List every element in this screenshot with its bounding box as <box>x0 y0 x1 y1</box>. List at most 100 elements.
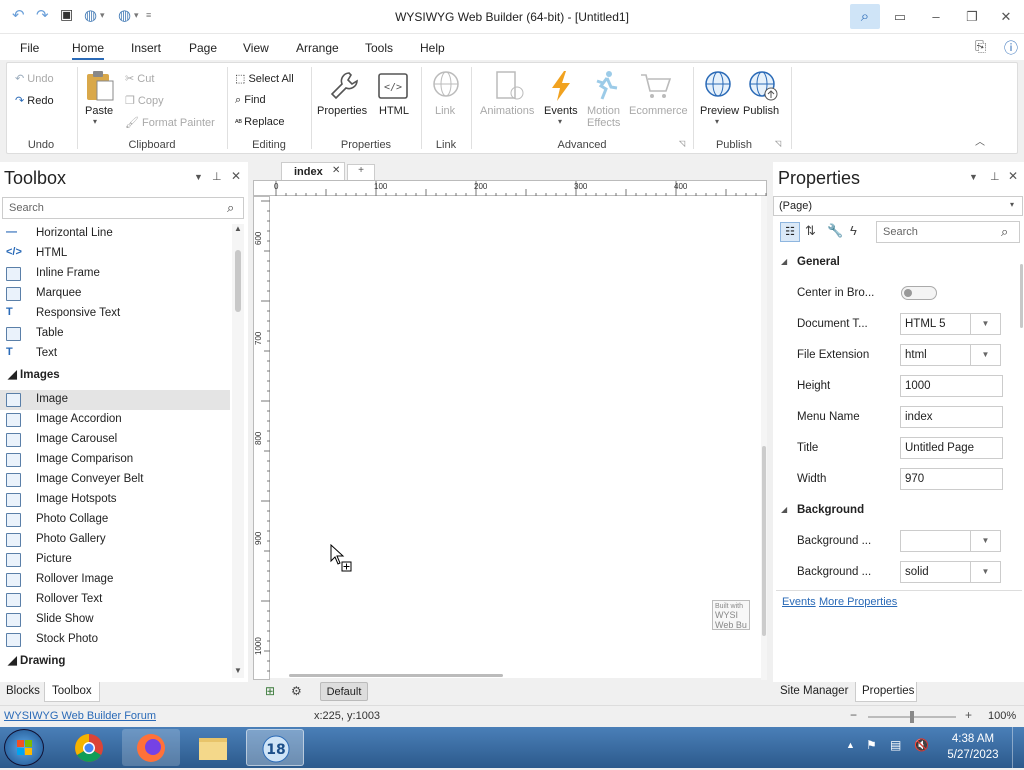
more-properties-link[interactable]: More Properties <box>819 596 897 608</box>
toolbox-item-image[interactable]: Image <box>0 390 230 410</box>
chevron-down-icon[interactable]: ▼ <box>194 172 203 182</box>
account-icon[interactable]: ⎘ <box>975 38 986 55</box>
menu-name-input[interactable]: index <box>900 406 1003 428</box>
clock-date[interactable]: 5/27/2023 <box>944 749 1002 761</box>
clock-time[interactable]: 4:38 AM <box>946 733 1000 745</box>
start-button[interactable] <box>4 729 44 766</box>
toolbox-item-rollover-image[interactable]: Rollover Image <box>0 570 230 590</box>
restore-icon[interactable]: ❐ <box>957 6 987 28</box>
width-input[interactable]: 970 <box>900 468 1003 490</box>
toolbox-item-marquee[interactable]: Marquee <box>0 284 230 304</box>
search-icon[interactable]: ⌕ <box>850 4 880 29</box>
add-breakpoint-icon[interactable]: ⊞ <box>265 684 275 698</box>
pin-icon[interactable]: ⊥ <box>212 170 222 183</box>
copy-button[interactable]: ❐ Copy <box>125 94 164 107</box>
undo-button[interactable]: ↶ Undo <box>15 72 54 85</box>
html-button[interactable]: HTML <box>379 105 409 117</box>
new-tab-button[interactable]: + <box>347 164 375 180</box>
menu-page[interactable]: Page <box>189 41 217 55</box>
scrollbar-thumb[interactable] <box>762 446 766 636</box>
events-link[interactable]: Events <box>782 596 816 608</box>
forum-link[interactable]: WYSIWYG Web Builder Forum <box>4 710 156 722</box>
chevron-down-icon[interactable]: ▼ <box>970 562 1000 582</box>
height-input[interactable]: 1000 <box>900 375 1003 397</box>
menu-arrange[interactable]: Arrange <box>296 41 339 55</box>
format-painter-button[interactable]: 🖌 Format Painter <box>125 116 215 129</box>
wrench-icon[interactable]: 🔧 <box>827 223 843 239</box>
menu-home[interactable]: Home <box>72 41 105 60</box>
dialog-launcher-icon[interactable]: ◹ <box>679 139 685 148</box>
background-color-select[interactable]: ▼ <box>900 530 1001 552</box>
action-center-icon[interactable]: ▤ <box>890 738 901 752</box>
pin-icon[interactable]: ⊥ <box>990 170 1000 183</box>
breakpoint-settings-icon[interactable]: ⚙ <box>291 684 302 698</box>
lightning-icon[interactable]: ϟ <box>850 223 857 238</box>
menu-file[interactable]: File <box>20 41 39 55</box>
object-selector[interactable]: (Page) ▾ <box>773 196 1023 216</box>
section-general[interactable]: General <box>797 256 840 268</box>
chevron-down-icon[interactable]: ▾ <box>715 117 719 126</box>
doctype-select[interactable]: HTML 5 ▼ <box>900 313 1001 335</box>
toolbox-item-photo-gallery[interactable]: Photo Gallery <box>0 530 230 550</box>
toolbox-item-text[interactable]: T Text <box>0 344 230 364</box>
toolbox-item-html[interactable]: </> HTML <box>0 244 230 264</box>
background-type-select[interactable]: solid ▼ <box>900 561 1001 583</box>
menu-insert[interactable]: Insert <box>131 41 161 55</box>
menu-view[interactable]: View <box>243 41 269 55</box>
toolbox-item-picture[interactable]: Picture <box>0 550 230 570</box>
chrome-taskbar-button[interactable] <box>60 729 118 766</box>
canvas-hscrollbar[interactable] <box>289 674 503 677</box>
preview-button[interactable]: Preview <box>700 105 739 117</box>
link-button[interactable]: Link <box>435 105 455 117</box>
toolbox-item-table[interactable]: Table <box>0 324 230 344</box>
properties-search[interactable]: Search ⌕ <box>876 221 1020 243</box>
toolbox-item-image-carousel[interactable]: Image Carousel <box>0 430 230 450</box>
zoom-slider-thumb[interactable] <box>910 711 914 723</box>
canvas-vscrollbar[interactable] <box>761 196 767 680</box>
toolbox-scrollbar[interactable]: ▲ ▼ <box>232 224 244 678</box>
section-background[interactable]: Background <box>797 504 864 516</box>
zoom-slider[interactable] <box>868 711 956 723</box>
toolbox-category-images[interactable]: ◢ Images <box>8 367 60 381</box>
properties-button[interactable]: Properties <box>317 105 367 117</box>
paste-button[interactable]: Paste <box>85 105 113 117</box>
find-button[interactable]: ⌕ Find <box>235 94 266 107</box>
replace-button[interactable]: ᴬᴮ Replace <box>235 116 285 128</box>
chevron-down-icon[interactable]: ▾ <box>558 117 562 126</box>
close-icon[interactable]: ✕ <box>991 6 1021 28</box>
ribbon-display-icon[interactable]: ▭ <box>885 6 915 28</box>
zoom-in-icon[interactable]: + <box>965 708 972 722</box>
tab-blocks[interactable]: Blocks <box>6 685 40 697</box>
toolbox-item-horizontal-line[interactable]: — Horizontal Line <box>0 224 230 244</box>
select-all-button[interactable]: ⬚ Select All <box>235 72 294 85</box>
search-icon[interactable]: ⌕ <box>1001 224 1008 240</box>
collapse-ribbon-icon[interactable]: ︿ <box>975 133 985 148</box>
close-icon[interactable]: ✕ <box>1008 169 1018 183</box>
zoom-out-icon[interactable]: − <box>850 708 857 722</box>
toolbox-item-rollover-text[interactable]: Rollover Text <box>0 590 230 610</box>
chevron-down-icon[interactable]: ▼ <box>970 345 1000 365</box>
ecommerce-button[interactable]: Ecommerce <box>629 105 688 117</box>
toolbox-category-drawing[interactable]: ◢ Drawing <box>8 653 65 667</box>
file-extension-select[interactable]: html ▼ <box>900 344 1001 366</box>
toolbox-search[interactable]: Search ⌕ <box>2 197 244 219</box>
chevron-down-icon[interactable]: ▼ <box>970 531 1000 551</box>
help-icon[interactable]: ⓘ <box>1004 38 1018 58</box>
chevron-down-icon[interactable]: ▾ <box>1010 200 1014 209</box>
chevron-down-icon[interactable]: ▼ <box>970 314 1000 334</box>
events-button[interactable]: Events <box>544 105 578 117</box>
redo-button[interactable]: ↷ Redo <box>15 94 54 107</box>
cut-button[interactable]: ✂ Cut <box>125 72 154 85</box>
properties-scrollbar-thumb[interactable] <box>1020 264 1023 328</box>
scroll-up-icon[interactable]: ▲ <box>234 224 242 233</box>
close-icon[interactable]: ✕ <box>332 165 340 176</box>
dialog-launcher-icon[interactable]: ◹ <box>775 139 781 148</box>
publish-button[interactable]: Publish <box>743 105 779 117</box>
motion-effects-button[interactable]: Motion Effects <box>587 105 620 129</box>
sort-alpha-icon[interactable]: ⇅ <box>805 223 816 239</box>
scroll-down-icon[interactable]: ▼ <box>234 666 242 675</box>
menu-help[interactable]: Help <box>420 41 445 55</box>
collapse-icon[interactable]: ◢ <box>781 257 787 266</box>
network-icon[interactable]: ⚑ <box>866 738 877 752</box>
minimize-icon[interactable]: – <box>921 6 951 28</box>
